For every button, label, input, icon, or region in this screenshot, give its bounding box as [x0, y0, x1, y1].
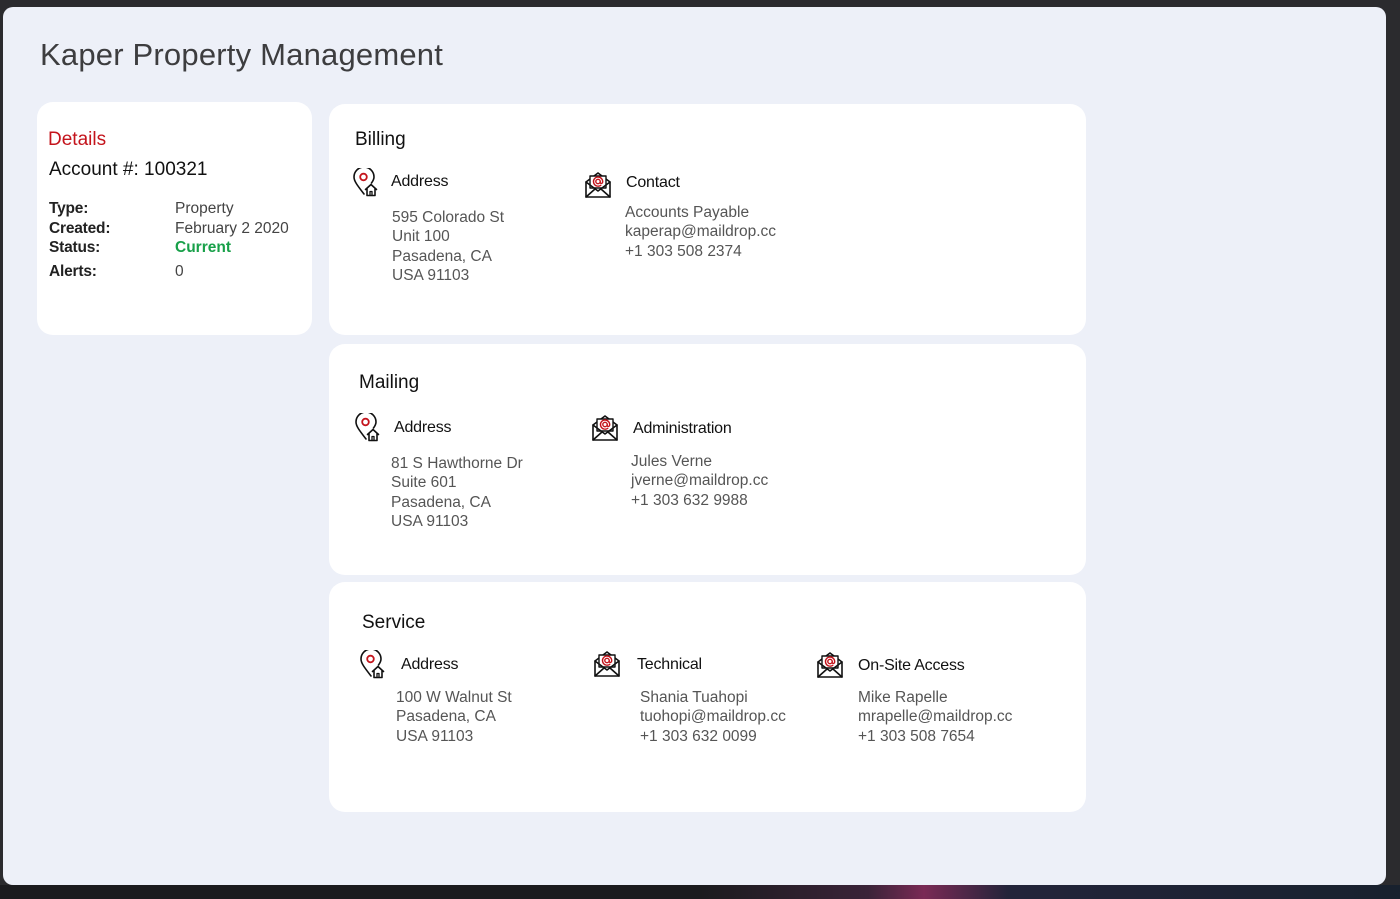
contact-line: kaperap@maildrop.cc	[625, 223, 776, 241]
billing-address-lines: 595 Colorado St Unit 100 Pasadena, CA US…	[392, 208, 504, 286]
billing-contact-label: Contact	[626, 174, 680, 191]
desktop-background	[0, 885, 1400, 899]
address-line: USA 91103	[392, 267, 470, 285]
billing-title: Billing	[355, 129, 406, 150]
service-card: Service Address 100 W Walnut St Pasadena…	[329, 582, 1086, 812]
contact-line: +1 303 508 7654	[858, 727, 975, 745]
service-title: Service	[362, 612, 426, 633]
service-technical-lines: Shania Tuahopi tuohopi@maildrop.cc +1 30…	[640, 688, 786, 746]
map-pin-house-icon	[351, 168, 381, 198]
contact-line: +1 303 632 0099	[640, 727, 757, 745]
details-card: Details Account #: 100321 Type: Property…	[37, 102, 312, 335]
address-line: Suite 601	[391, 474, 457, 492]
email-envelope-icon	[590, 413, 620, 443]
contact-line: +1 303 632 9988	[631, 491, 748, 509]
contact-line: Shania Tuahopi	[640, 689, 748, 706]
address-line: Pasadena, CA	[391, 493, 491, 511]
contact-line: jverne@maildrop.cc	[631, 472, 769, 490]
billing-contact-lines: Accounts Payable kaperap@maildrop.cc +1 …	[625, 203, 776, 261]
address-line: Pasadena, CA	[392, 247, 492, 265]
mailing-title: Mailing	[359, 372, 420, 393]
app-title: Kaper Property Management	[40, 37, 444, 72]
contact-line: +1 303 508 2374	[625, 242, 742, 260]
address-line: USA 91103	[396, 727, 474, 745]
detail-value-type: Property	[175, 200, 234, 217]
mailing-address-lines: 81 S Hawthorne Dr Suite 601 Pasadena, CA…	[391, 454, 523, 532]
contact-line: tuohopi@maildrop.cc	[640, 708, 786, 726]
detail-value-created: February 2 2020	[175, 220, 289, 237]
contact-line: mrapelle@maildrop.cc	[858, 708, 1013, 726]
mailing-address-label: Address	[394, 419, 452, 436]
contact-line: Mike Rapelle	[858, 689, 948, 706]
service-address-lines: 100 W Walnut St Pasadena, CA USA 91103	[396, 688, 512, 746]
detail-label-created: Created:	[49, 220, 111, 237]
detail-label-type: Type:	[49, 200, 89, 217]
email-envelope-icon	[583, 170, 613, 200]
email-envelope-icon	[815, 650, 845, 680]
mailing-card: Mailing Address 81 S Hawthorne Dr Suite …	[329, 344, 1086, 575]
service-technical-label: Technical	[637, 656, 702, 673]
status-badge: Current	[175, 239, 231, 256]
contact-line: Accounts Payable	[625, 204, 750, 221]
service-onsite-lines: Mike Rapelle mrapelle@maildrop.cc +1 303…	[858, 688, 1012, 746]
billing-card: Billing Address 595 Colorado St Unit 100…	[329, 104, 1086, 335]
detail-value-alerts: 0	[175, 263, 184, 280]
detail-label-alerts: Alerts:	[49, 263, 97, 280]
address-line: USA 91103	[391, 513, 469, 531]
service-address-label: Address	[401, 656, 459, 673]
details-heading: Details	[48, 129, 107, 150]
app-window: Kaper Property Management Details Accoun…	[3, 7, 1386, 885]
map-pin-house-icon	[353, 413, 383, 443]
address-line: 81 S Hawthorne Dr	[391, 455, 523, 472]
email-envelope-icon	[592, 649, 622, 679]
billing-address-label: Address	[391, 173, 449, 190]
address-line: Unit 100	[392, 228, 450, 246]
address-line: 595 Colorado St	[392, 209, 505, 226]
mailing-administration-label: Administration	[633, 420, 732, 437]
map-pin-house-icon	[358, 650, 388, 680]
account-number: Account #: 100321	[49, 159, 208, 180]
contact-line: Jules Verne	[631, 453, 712, 470]
service-onsite-label: On-Site Access	[858, 657, 965, 674]
address-line: Pasadena, CA	[396, 708, 496, 726]
address-line: 100 W Walnut St	[396, 689, 512, 706]
mailing-administration-lines: Jules Verne jverne@maildrop.cc +1 303 63…	[631, 452, 768, 510]
detail-label-status: Status:	[49, 239, 101, 256]
